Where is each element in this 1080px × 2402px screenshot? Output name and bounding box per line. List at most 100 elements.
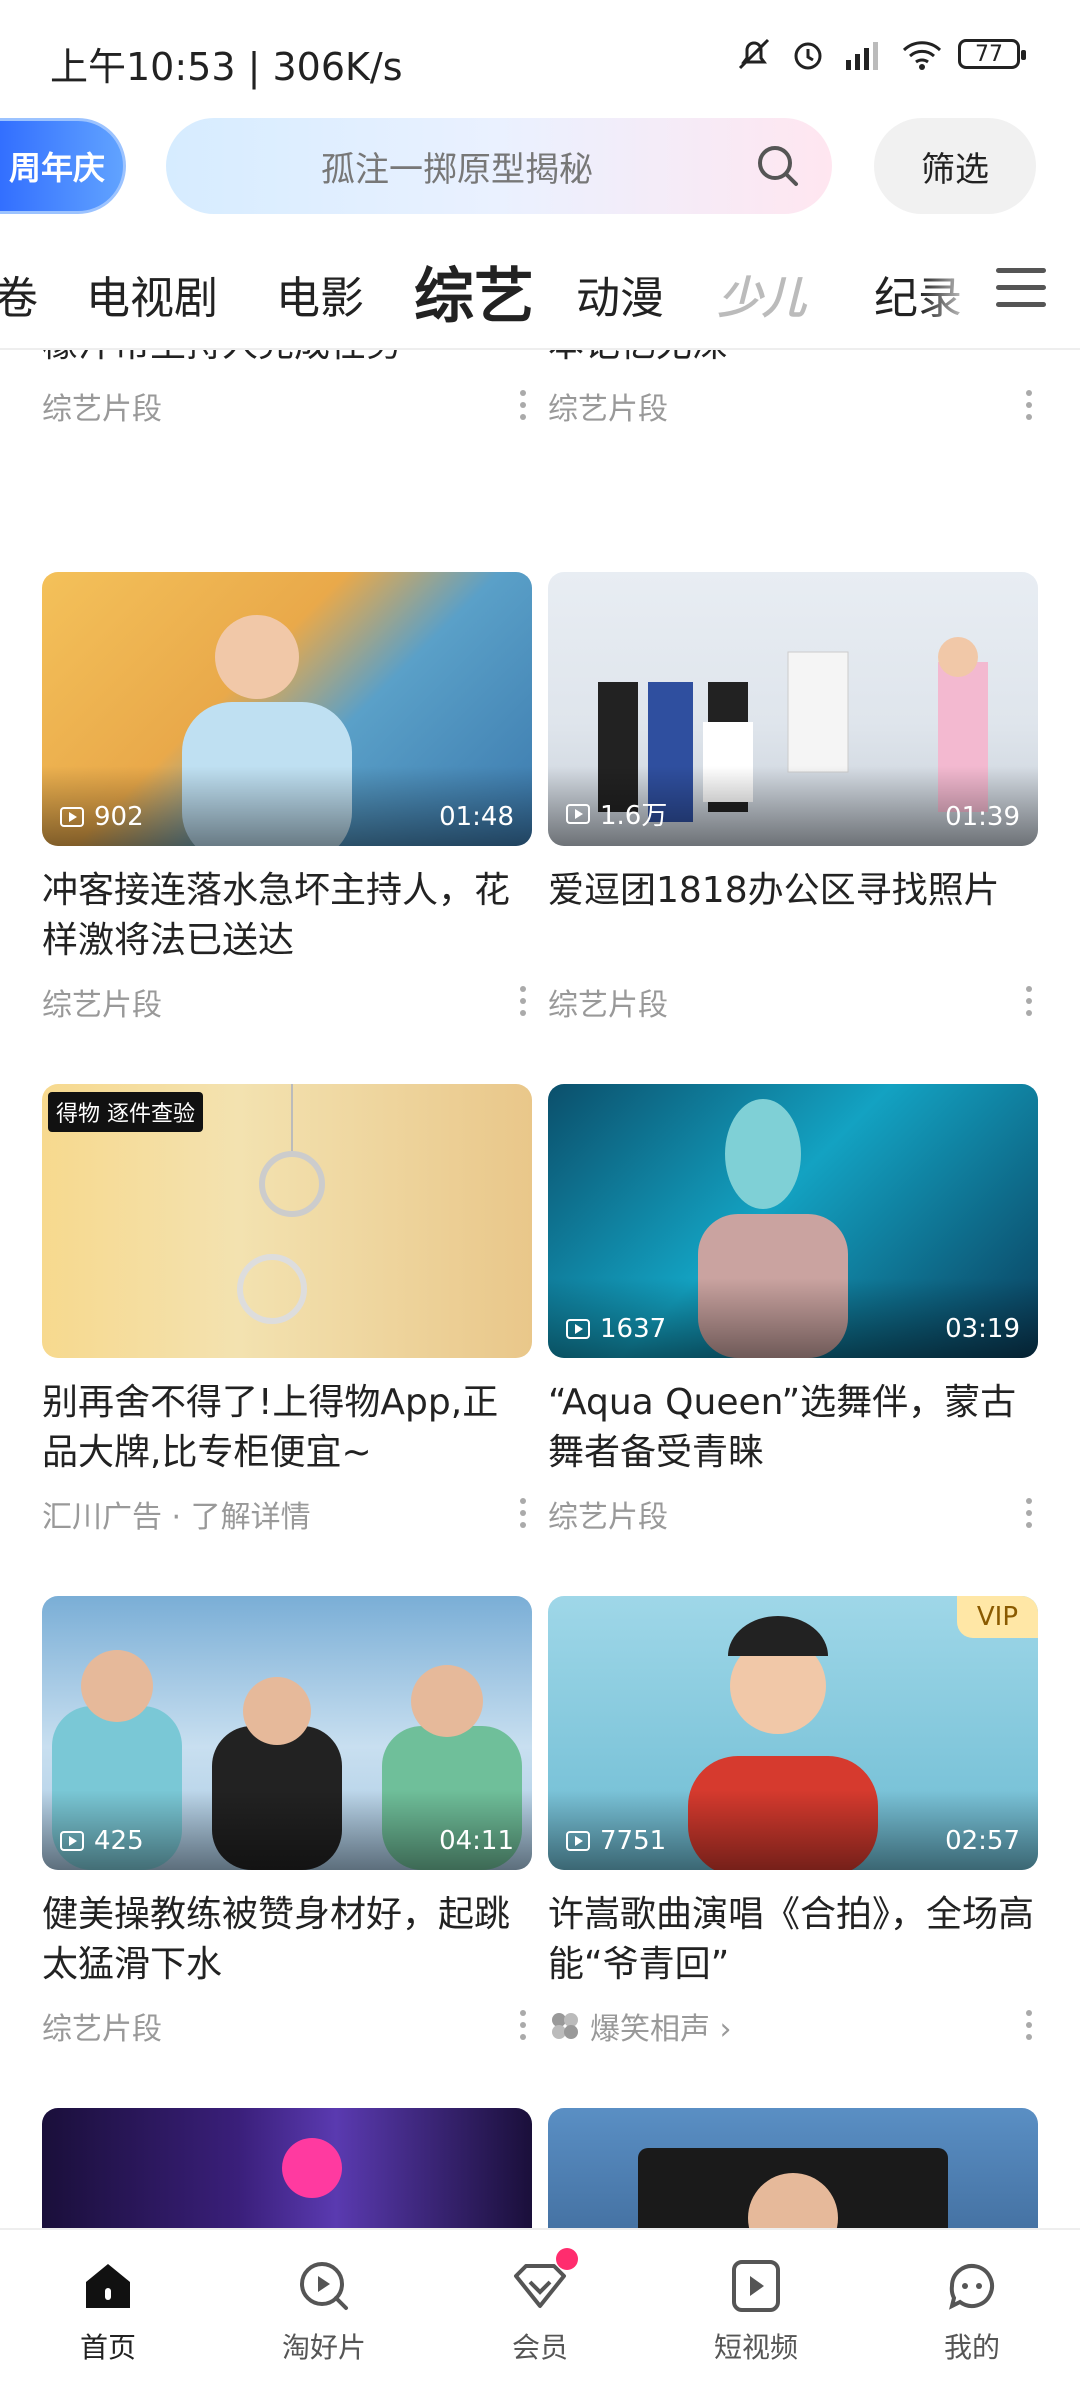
- view-count: 1.6万: [566, 795, 667, 832]
- video-title[interactable]: 许嵩歌曲演唱《合拍》，全场高能“爷青回”: [548, 1890, 1038, 1990]
- tab-tv-series[interactable]: 电视剧: [86, 262, 218, 326]
- stage-figure: [282, 2138, 342, 2198]
- tab-juan[interactable]: 卷: [0, 262, 38, 326]
- more-options-icon[interactable]: [1026, 390, 1032, 420]
- video-card[interactable]: 1.6万 01:39 爱逗团1818办公区寻找照片 综艺片段: [548, 572, 1038, 1024]
- category-label: 综艺片段: [42, 392, 162, 427]
- video-title[interactable]: 健美操教练被赞身材好，起跳太猛滑下水: [42, 1890, 532, 1990]
- nav-home[interactable]: 首页: [38, 2256, 178, 2366]
- video-card[interactable]: 车晓回忆母亲的礼物，蝴蝶标本记忆尤深 综艺片段: [548, 350, 1038, 428]
- more-options-icon[interactable]: [1026, 2010, 1032, 2040]
- category-label: 综艺片段: [548, 1500, 668, 1535]
- nav-vip[interactable]: 会员: [470, 2248, 610, 2366]
- more-options-icon[interactable]: [1026, 1498, 1032, 1528]
- play-icon: [566, 803, 590, 824]
- nav-profile[interactable]: 我的: [902, 2256, 1042, 2366]
- vip-badge: VIP: [956, 1596, 1038, 1638]
- more-options-icon[interactable]: [520, 390, 526, 420]
- category-label: 综艺片段: [548, 988, 668, 1023]
- video-thumbnail[interactable]: [548, 2108, 1038, 2228]
- video-meta: 综艺片段: [42, 384, 532, 428]
- category-label: 综艺片段: [548, 392, 668, 427]
- more-options-icon[interactable]: [520, 1498, 526, 1528]
- tab-fade: [920, 240, 980, 340]
- search-placeholder: 孤注一掷原型揭秘: [321, 149, 593, 190]
- scoreboard-figure: [638, 2148, 948, 2228]
- video-meta: 综艺片段: [548, 384, 1038, 428]
- video-meta: 综艺片段: [548, 980, 1038, 1024]
- search-icon[interactable]: [752, 140, 804, 192]
- signal-icon: [846, 42, 878, 70]
- play-icon: [566, 1831, 590, 1851]
- video-meta: 综艺片段: [42, 980, 532, 1024]
- mute-bell-icon: [738, 38, 770, 70]
- more-options-icon[interactable]: [1026, 986, 1032, 1016]
- category-label: 综艺片段: [42, 988, 162, 1023]
- tab-kids[interactable]: 少儿: [718, 262, 806, 326]
- top-bar: 周年庆 孤注一掷原型揭秘 筛选: [0, 118, 1080, 218]
- ad-title[interactable]: 别再舍不得了!上得物App,正品大牌,比专柜便宜~: [42, 1378, 532, 1478]
- video-title[interactable]: 爱逗团1818办公区寻找照片: [548, 866, 1038, 966]
- ad-card[interactable]: 得物 逐件查验 别再舍不得了!上得物App,正品大牌,比专柜便宜~ 汇川广告 ·…: [42, 1084, 532, 1536]
- ad-label[interactable]: 汇川广告 · 了解详情: [42, 1492, 311, 1536]
- play-icon: [60, 1831, 84, 1851]
- tab-anime[interactable]: 动漫: [576, 262, 664, 326]
- short-video-icon: [732, 2260, 780, 2312]
- view-count: 425: [60, 1826, 144, 1856]
- video-card[interactable]: 杨秀丽闯关失败，勇敢尝试柠檬汁帮主持人完成任务 综艺片段: [42, 350, 532, 428]
- video-card[interactable]: [548, 2108, 1038, 2228]
- video-card[interactable]: 425 04:11 健美操教练被赞身材好，起跳太猛滑下水 综艺片段: [42, 1596, 532, 2048]
- view-count: 7751: [566, 1826, 666, 1856]
- ad-thumbnail[interactable]: 得物 逐件查验: [42, 1084, 532, 1358]
- category-tabs: 卷 电视剧 电影 综艺 动漫 少儿 纪录: [0, 240, 1080, 340]
- video-meta: 综艺片段: [42, 2004, 532, 2048]
- discover-icon: [300, 2262, 348, 2310]
- view-count: 902: [60, 802, 144, 832]
- channel-link[interactable]: 爆笑相声 ›: [590, 2004, 732, 2048]
- play-icon: [566, 1319, 590, 1339]
- battery-icon: 77: [958, 39, 1026, 69]
- notification-dot: [556, 2248, 578, 2270]
- video-thumbnail[interactable]: 425 04:11: [42, 1596, 532, 1870]
- nav-discover[interactable]: 淘好片: [254, 2256, 394, 2366]
- video-thumbnail[interactable]: 1.6万 01:39: [548, 572, 1038, 846]
- video-title[interactable]: 车晓回忆母亲的礼物，蝴蝶标本记忆尤深: [548, 350, 1038, 370]
- video-card[interactable]: VIP 7751 02:57 许嵩歌曲演唱《合拍》，全场高能“爷青回” 爆笑相声…: [548, 1596, 1038, 2048]
- nav-short-video[interactable]: 短视频: [686, 2256, 826, 2366]
- alarm-icon: [794, 42, 822, 70]
- video-duration: 04:11: [439, 1826, 514, 1856]
- video-thumbnail[interactable]: 1637 03:19: [548, 1084, 1038, 1358]
- video-card[interactable]: [42, 2108, 532, 2228]
- tab-movies[interactable]: 电影: [276, 262, 364, 326]
- anniversary-promo-button[interactable]: 周年庆: [0, 118, 126, 214]
- play-icon: [60, 807, 84, 827]
- ad-brand-badge: 得物 逐件查验: [48, 1092, 203, 1132]
- video-duration: 02:57: [945, 1826, 1020, 1856]
- video-thumbnail[interactable]: VIP 7751 02:57: [548, 1596, 1038, 1870]
- bottom-nav: 首页 淘好片 会员 短视频 我的: [0, 2228, 1080, 2402]
- profile-icon: [949, 2264, 994, 2310]
- status-bar: 上午10:53 | 306K/s 77: [0, 0, 1080, 110]
- more-options-icon[interactable]: [520, 986, 526, 1016]
- filter-button[interactable]: 筛选: [874, 118, 1036, 214]
- search-bar[interactable]: 孤注一掷原型揭秘: [166, 118, 832, 214]
- video-title[interactable]: 冲客接连落水急坏主持人，花样激将法已送达: [42, 866, 532, 966]
- video-duration: 01:48: [439, 802, 514, 832]
- menu-icon[interactable]: [996, 268, 1046, 312]
- category-label: 综艺片段: [42, 2012, 162, 2047]
- status-icons: 77: [734, 34, 1026, 74]
- tab-variety[interactable]: 综艺: [414, 248, 534, 335]
- ad-meta: 汇川广告 · 了解详情: [42, 1492, 532, 1536]
- wifi-icon: [902, 41, 942, 70]
- video-meta: 综艺片段: [548, 1492, 1038, 1536]
- video-meta: 爆笑相声 ›: [548, 2004, 1038, 2048]
- video-card[interactable]: 902 01:48 冲客接连落水急坏主持人，花样激将法已送达 综艺片段: [42, 572, 532, 1024]
- video-card[interactable]: 1637 03:19 “Aqua Queen”选舞伴，蒙古舞者备受青睐 综艺片段: [548, 1084, 1038, 1536]
- video-thumbnail[interactable]: [42, 2108, 532, 2228]
- view-count: 1637: [566, 1314, 666, 1344]
- video-thumbnail[interactable]: 902 01:48: [42, 572, 532, 846]
- video-title[interactable]: 杨秀丽闯关失败，勇敢尝试柠檬汁帮主持人完成任务: [42, 350, 532, 370]
- more-options-icon[interactable]: [520, 2010, 526, 2040]
- video-feed: 杨秀丽闯关失败，勇敢尝试柠檬汁帮主持人完成任务 综艺片段 车晓回忆母亲的礼物，蝴…: [0, 350, 1080, 2228]
- video-title[interactable]: “Aqua Queen”选舞伴，蒙古舞者备受青睐: [548, 1378, 1038, 1478]
